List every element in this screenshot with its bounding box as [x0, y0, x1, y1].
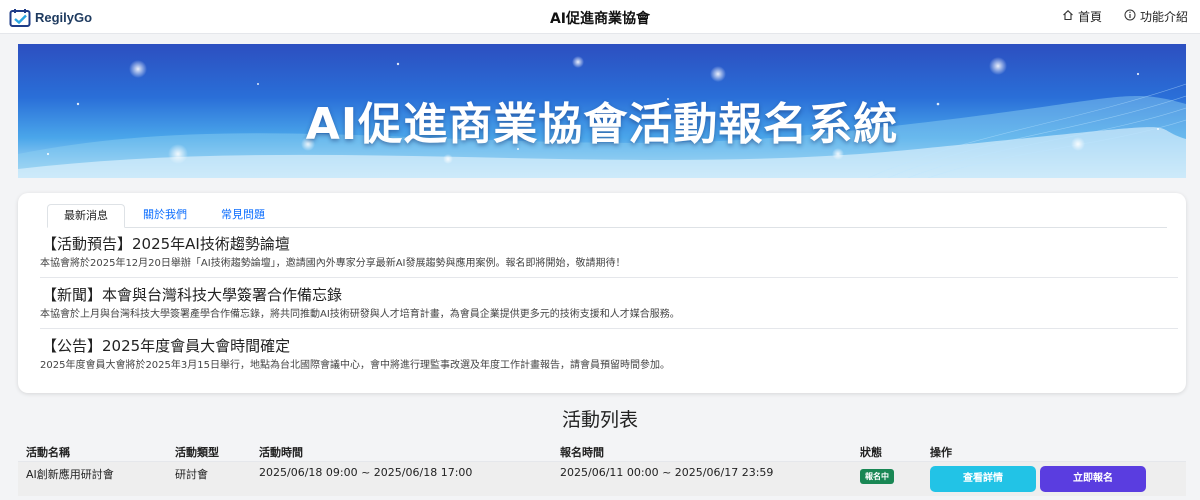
col-reg-time: 報名時間 — [560, 446, 604, 459]
activity-name: AI創新應用研討會 — [26, 468, 114, 481]
news-body: 本協會將於2025年12月20日舉辦「AI技術趨勢論壇」，邀請國內外專家分享最新… — [40, 258, 626, 269]
col-time: 活動時間 — [259, 446, 303, 459]
tab-faq[interactable]: 常見問題 — [205, 204, 281, 228]
tab-bar: 最新消息 關於我們 常見問題 — [47, 204, 1167, 228]
info-icon — [1124, 9, 1136, 24]
news-body: 2025年度會員大會將於2025年3月15日舉行，地點為台北國際會議中心，會中將… — [40, 360, 670, 371]
news-item: 【新聞】本會與台灣科技大學簽署合作備忘錄 本協會於上月與台灣科技大學簽署產學合作… — [40, 286, 1170, 322]
nav-home[interactable]: 首頁 — [1062, 8, 1102, 25]
divider — [40, 328, 1178, 329]
brand[interactable]: RegilyGo — [9, 7, 92, 27]
home-icon — [1062, 9, 1074, 24]
app-title: AI促進商業協會 — [549, 11, 651, 27]
banner-title: AI促進商業協會活動報名系統 — [305, 99, 899, 150]
status-badge: 報名中 — [860, 469, 894, 484]
calendar-check-icon — [9, 8, 31, 27]
top-navbar: RegilyGo AI促進商業協會 首頁 功能介紹 — [0, 0, 1200, 34]
news-item: 【活動預告】2025年AI技術趨勢論壇 本協會將於2025年12月20日舉辦「A… — [40, 235, 1170, 271]
news-item: 【公告】2025年度會員大會時間確定 2025年度會員大會將於2025年3月15… — [40, 337, 1170, 373]
col-actions: 操作 — [930, 446, 952, 459]
news-body: 本協會於上月與台灣科技大學簽署產學合作備忘錄，將共同推動AI技術研發與人才培育計… — [40, 309, 680, 320]
table-header: 活動名稱 活動類型 活動時間 報名時間 狀態 操作 — [18, 438, 1186, 462]
activity-table: 活動名稱 活動類型 活動時間 報名時間 狀態 操作 AI創新應用研討會 研討會 … — [18, 438, 1186, 496]
register-now-button[interactable]: 立即報名 — [1040, 466, 1146, 492]
activity-type: 研討會 — [175, 468, 208, 481]
nav-home-label: 首頁 — [1077, 10, 1102, 24]
brand-name: RegilyGo — [35, 9, 93, 25]
news-title: 【活動預告】2025年AI技術趨勢論壇 — [42, 235, 290, 253]
hero-banner: AI促進商業協會活動報名系統 — [18, 44, 1186, 178]
col-name: 活動名稱 — [26, 446, 70, 459]
nav-features-label: 功能介紹 — [1139, 10, 1188, 24]
tab-about-us[interactable]: 關於我們 — [127, 204, 203, 228]
nav-features[interactable]: 功能介紹 — [1124, 8, 1188, 25]
registration-time: 2025/06/11 00:00 ~ 2025/06/17 23:59 — [560, 466, 774, 479]
col-type: 活動類型 — [175, 446, 219, 459]
activity-list-title: 活動列表 — [561, 409, 638, 431]
tab-latest-news[interactable]: 最新消息 — [47, 204, 125, 228]
news-title: 【新聞】本會與台灣科技大學簽署合作備忘錄 — [42, 286, 343, 304]
view-details-button[interactable]: 查看詳情 — [930, 466, 1036, 492]
news-card: 最新消息 關於我們 常見問題 【活動預告】2025年AI技術趨勢論壇 本協會將於… — [18, 193, 1186, 393]
col-status: 狀態 — [860, 446, 882, 459]
news-title: 【公告】2025年度會員大會時間確定 — [42, 337, 291, 355]
divider — [40, 277, 1178, 278]
top-nav: 首頁 功能介紹 — [1062, 8, 1188, 25]
activity-time: 2025/06/18 09:00 ~ 2025/06/18 17:00 — [259, 466, 473, 479]
